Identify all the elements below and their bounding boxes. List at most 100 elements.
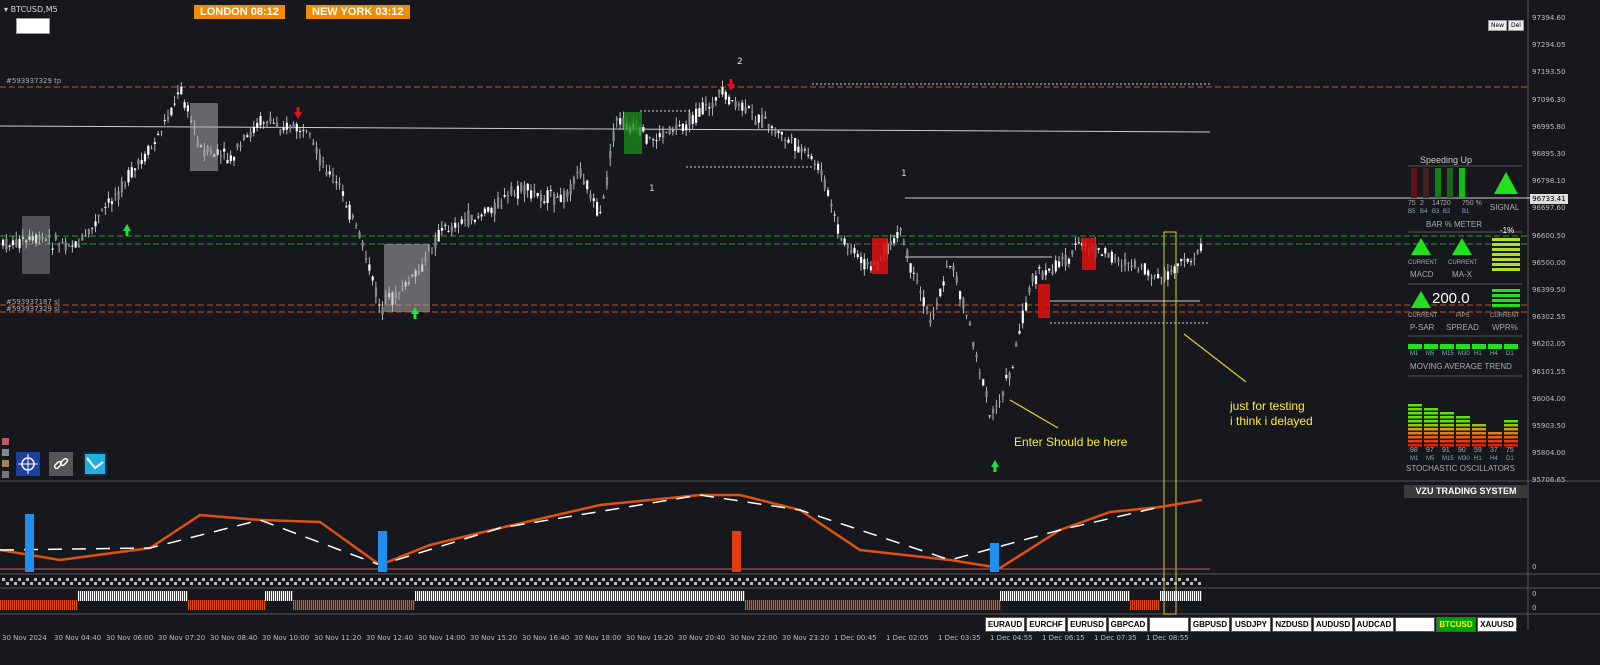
candle-body [787,139,790,143]
candle-body [761,114,764,128]
indicator-zero-1: 0 [1532,563,1537,571]
bar-strip [479,591,481,601]
bar-strip [451,591,453,601]
symbol-tab[interactable]: GBPCAD [1108,617,1148,632]
candle-body [1183,258,1186,261]
color-swatch-3[interactable] [2,460,9,467]
strip-dot [478,582,481,585]
bar-strip [14,600,16,610]
bar-strip [269,591,271,601]
symbol-tab[interactable]: EURCHF [1026,617,1066,632]
symbol-tab[interactable]: GBPUSD [1190,617,1230,632]
stoch-cell [1424,408,1438,411]
candle-body [681,123,684,131]
color-swatch-2[interactable] [2,449,9,456]
candle-body [1100,254,1104,256]
bar-strip [691,591,693,601]
symbol-tab[interactable]: NZDUSD [1272,617,1312,632]
bar-strip [609,591,611,601]
bar-strip [353,600,355,610]
stoch-cell [1408,420,1422,423]
bar-strip [873,600,875,610]
bar-strip [1014,591,1016,601]
symbol-tab[interactable] [1395,617,1435,632]
symbol-tab[interactable]: XAUUSD [1477,617,1517,632]
candle-body [1140,265,1143,267]
bar-strip [367,600,369,610]
candle-body [919,291,922,294]
price-chart[interactable] [0,0,1600,665]
bar-strip [258,600,260,610]
bar-strip [587,591,589,601]
candle-body [1034,275,1038,285]
symbol-tab[interactable]: AUDUSD [1313,617,1353,632]
bar-meter-value: 2 [1420,200,1424,207]
bar-strip [1038,591,1040,601]
bar-strip [973,600,975,610]
bar-strip [757,600,759,610]
symbol-tab[interactable]: BTCUSD [1436,617,1476,632]
bar-meter-tf: B4 [1420,209,1428,215]
candle-body [701,102,704,115]
ma-trend-cell [1440,344,1454,349]
bar-strip [811,600,813,610]
candle-body [728,96,731,105]
strip-dot [870,582,873,585]
link-icon[interactable] [49,452,73,476]
bar-strip [345,600,347,610]
color-swatch-4[interactable] [2,471,9,478]
strip-dot [114,578,117,581]
bar-strip [319,600,321,610]
bar-strip [975,600,977,610]
symbol-tab[interactable]: AUDCAD [1354,617,1394,632]
strip-dot [218,578,221,581]
crosshair-icon[interactable] [16,452,40,476]
candle-body [124,185,127,187]
candle-body [959,291,962,300]
bar-strip [665,591,667,601]
symbol-tab[interactable]: EURAUD [985,617,1025,632]
bar-strip [134,591,136,601]
candle-body [945,266,948,268]
bar-strip [1052,591,1054,601]
strip-dot [782,582,785,585]
bar-strip [1142,600,1144,610]
chart-icon[interactable] [83,452,107,476]
symbol-tab[interactable]: EURUSD [1067,617,1107,632]
color-swatch-1[interactable] [2,438,9,445]
candle-body [526,183,529,191]
candle-body [1048,268,1051,271]
bar-strip [24,600,26,610]
stoch-cell [1456,416,1470,419]
input-box[interactable] [16,18,50,34]
bar-strip [186,591,188,601]
candle-body [932,313,935,316]
bar-strip [721,591,723,601]
bar-strip [511,591,513,601]
bar-strip [947,600,949,610]
strip-dot [482,578,485,581]
symbol-tab[interactable] [1149,617,1189,632]
price-tick: 95804.00 [1532,449,1566,458]
bar-strip [949,600,951,610]
new-button[interactable]: New [1488,20,1508,31]
bar-strip [913,600,915,610]
bar-strip [1072,591,1074,601]
strip-dot [294,582,297,585]
candle-body [572,177,576,184]
price-tick: 96697.60 [1532,204,1566,213]
bar-strip [693,591,695,601]
bar-strip [461,591,463,601]
bar-strip [423,591,425,601]
symbol-tab[interactable]: USDJPY [1231,617,1271,632]
del-button[interactable]: Del [1508,20,1524,31]
strip-dot [1146,578,1149,581]
candle-body [856,254,859,258]
bar-strip [425,591,427,601]
spread-tf: PIPS [1456,313,1470,319]
strip-dot [278,582,281,585]
bar-strip [160,591,162,601]
stoch-cell [1440,428,1454,431]
bar-strip [365,600,367,610]
bar-strip [761,600,763,610]
